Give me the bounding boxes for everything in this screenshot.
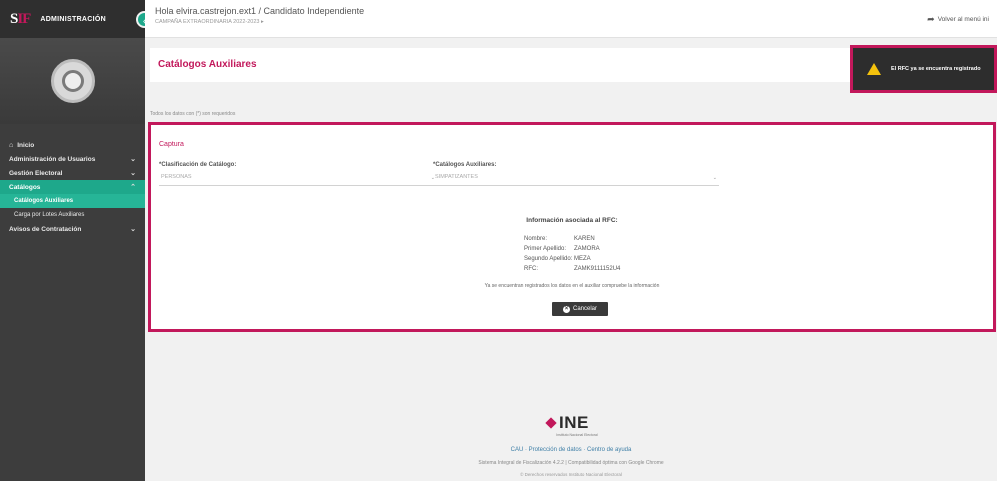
aux-catalog-label: *Catálogos Auxiliares: <box>433 162 497 168</box>
sidebar: SIF ADMINISTRACIÓN ‹ ⌂Inicio Administrac… <box>0 0 153 481</box>
footer-copyright: © Derechos reservados Instituto Nacional… <box>520 472 622 477</box>
required-fields-note: Todos los datos con (*) son requeridos <box>150 111 236 117</box>
sidebar-item-inicio[interactable]: ⌂ Inicio <box>0 138 145 152</box>
avatar <box>50 59 95 103</box>
avatar-image <box>61 70 84 92</box>
chevron-down-icon: ⌄ <box>712 175 717 181</box>
rfc-info-title: Información asociada al RFC: <box>526 217 618 224</box>
section-title: Captura <box>159 141 184 148</box>
capture-card: Captura *Clasificación de Catálogo: PERS… <box>148 122 996 332</box>
sidebar-item-label: Catálogos <box>9 183 41 191</box>
chevron-down-icon: ⌄ <box>130 226 136 233</box>
toast-message: El RFC ya se encuentra registrado <box>891 66 981 72</box>
process-subtitle[interactable]: CAMPAÑA EXTRAORDINARIA 2022-2023 ▸ <box>155 19 264 25</box>
warning-toast[interactable]: El RFC ya se encuentra registrado <box>850 45 997 93</box>
info-value: ZAMORA <box>574 246 600 252</box>
sidebar-item-catalogos[interactable]: Catálogos ⌃ <box>0 180 145 194</box>
sidebar-item-gestion-electoral[interactable]: Gestión Electoral ⌄ <box>0 166 145 180</box>
topbar: Hola elvira.castrejon.ext1 / Candidato I… <box>145 0 997 38</box>
app-root: SIF ADMINISTRACIÓN ‹ ⌂Inicio Administrac… <box>0 0 997 481</box>
info-value: KAREN <box>574 236 595 242</box>
aux-catalog-value: SIMPATIZANTES <box>435 174 478 180</box>
chevron-down-icon: ⌄ <box>130 170 136 177</box>
footer: INE Instituto Nacional Electoral CAU · P… <box>145 405 997 481</box>
classification-select[interactable]: PERSONAS ⌄ <box>159 172 437 186</box>
info-label: Nombre: <box>524 236 548 242</box>
info-row-primer-apellido: Primer Apellido: ZAMORA <box>524 246 600 252</box>
cancel-button[interactable]: × Cancelar <box>552 302 608 316</box>
aux-catalog-select[interactable]: SIMPATIZANTES ⌄ <box>433 172 719 186</box>
sidebar-item-label: Avisos de Contratación <box>9 225 82 233</box>
brand-title: ADMINISTRACIÓN <box>40 15 106 23</box>
sidebar-item-avisos-contratacion[interactable]: Avisos de Contratación ⌄ <box>0 222 145 236</box>
info-label: RFC: <box>524 266 538 272</box>
avatar-zone <box>0 38 145 124</box>
sidebar-item-carga-lotes[interactable]: Carga por Lotes Auxiliares <box>0 208 145 222</box>
chevron-up-icon: ⌃ <box>130 184 136 191</box>
page-header: Catálogos Auxiliares <box>150 48 850 82</box>
classification-value: PERSONAS <box>161 174 192 180</box>
info-value: ZAMK9111152U4 <box>574 266 621 272</box>
app-logo[interactable]: SIF <box>10 11 31 28</box>
ine-logo-subtitle: Instituto Nacional Electoral <box>556 433 598 437</box>
user-greeting: Hola elvira.castrejon.ext1 / Candidato I… <box>155 6 365 16</box>
sidebar-item-label: Gestión Electoral <box>9 169 63 177</box>
ine-diamond-icon <box>545 417 557 429</box>
warning-icon <box>867 63 881 75</box>
back-link-label: Volver al menú ini <box>937 16 989 23</box>
cancel-button-label: Cancelar <box>572 306 597 312</box>
brand-bar: SIF ADMINISTRACIÓN ‹ <box>0 0 153 38</box>
info-row-segundo-apellido: Segundo Apellido: MEZA <box>524 256 591 262</box>
footer-links[interactable]: CAU · Protección de datos · Centro de ay… <box>145 447 997 453</box>
info-value: MEZA <box>574 256 591 262</box>
sidebar-nav: ⌂ Inicio Administración de Usuarios ⌄ Ges… <box>0 124 145 236</box>
back-to-menu-link[interactable]: ➦ Volver al menú ini <box>927 14 989 25</box>
info-label: Segundo Apellido: <box>524 256 573 262</box>
already-registered-note: Ya se encuentran registrados los datos e… <box>484 283 660 289</box>
info-row-rfc: RFC: ZAMK9111152U4 <box>524 266 620 272</box>
chevron-down-icon: ⌄ <box>130 156 136 163</box>
ine-logo: INE <box>545 413 589 433</box>
ine-logo-text: INE <box>559 413 589 432</box>
back-arrow-icon: ➦ <box>927 14 935 24</box>
info-row-nombre: Nombre: KAREN <box>524 236 595 242</box>
info-label: Primer Apellido: <box>524 246 567 252</box>
classification-label: *Clasificación de Catálogo: <box>159 162 237 168</box>
footer-system-info: Sistema Integral de Fiscalización 4.2.2 … <box>478 460 664 466</box>
page-title: Catálogos Auxiliares <box>158 59 257 70</box>
home-icon: ⌂ <box>9 141 14 149</box>
sidebar-item-catalogos-auxiliares[interactable]: Catálogos Auxiliares <box>0 194 145 208</box>
close-circle-icon: × <box>562 305 570 313</box>
sidebar-item-label: Administración de Usuarios <box>9 155 96 163</box>
sidebar-item-label: Carga por Lotes Auxiliares <box>14 212 85 218</box>
sidebar-item-label: Inicio <box>17 141 35 149</box>
sidebar-item-administracion-usuarios[interactable]: Administración de Usuarios ⌄ <box>0 152 145 166</box>
sidebar-item-label: Catálogos Auxiliares <box>14 198 74 204</box>
